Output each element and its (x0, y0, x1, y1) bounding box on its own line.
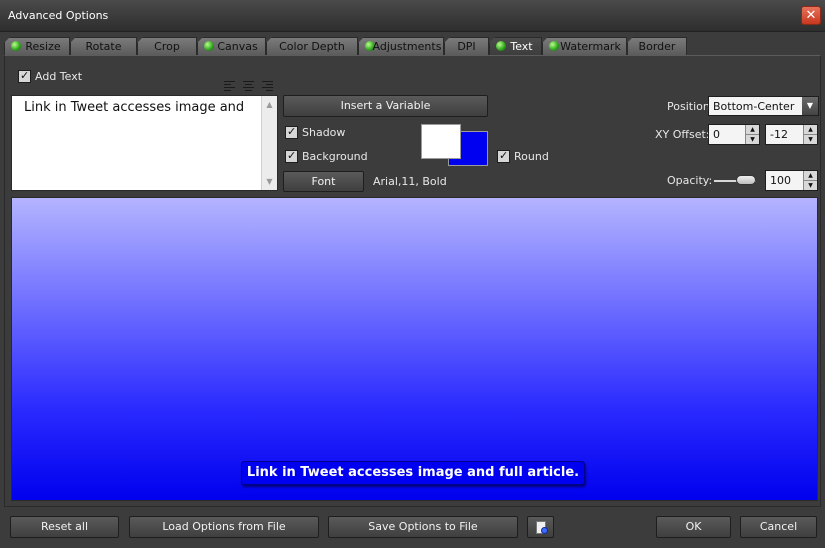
reset-all-button[interactable]: Reset all (10, 516, 119, 538)
tab-label: Canvas (217, 40, 258, 53)
opacity-label: Opacity: (667, 174, 713, 187)
opacity-slider-thumb[interactable] (736, 175, 756, 185)
settings-badge-icon (541, 527, 548, 534)
chevron-down-icon[interactable]: ▼ (802, 97, 818, 115)
position-value: Bottom-Center (713, 100, 795, 113)
tab-text[interactable]: Text (489, 37, 542, 56)
spin-up-icon[interactable]: ▲ (804, 125, 817, 134)
background-checkbox[interactable]: ✓ (285, 149, 298, 163)
spin-down-icon[interactable]: ▼ (804, 180, 817, 189)
tab-crop[interactable]: Crop (137, 37, 197, 55)
cancel-label: Cancel (759, 520, 798, 533)
cancel-button[interactable]: Cancel (740, 516, 817, 538)
tab-adjustments[interactable]: Adjustments (358, 37, 444, 55)
ok-button[interactable]: OK (656, 516, 731, 538)
title-bar: Advanced Options ✕ (0, 0, 825, 32)
opacity-value: 100 (770, 174, 791, 187)
y-offset-value: -12 (770, 128, 788, 141)
tab-label: Resize (25, 40, 61, 53)
checkmark-icon: ✓ (499, 149, 509, 162)
align-right-icon[interactable] (262, 81, 273, 92)
tab-canvas[interactable]: Canvas (197, 37, 266, 55)
shadow-checkbox[interactable]: ✓ (285, 125, 298, 139)
background-label: Background (302, 150, 368, 163)
close-icon: ✕ (805, 8, 817, 23)
opacity-spinner[interactable]: ▲ ▼ (803, 171, 817, 190)
load-options-button[interactable]: Load Options from File (129, 516, 319, 538)
spin-up-icon[interactable]: ▲ (746, 125, 759, 134)
spin-down-icon[interactable]: ▼ (746, 134, 759, 143)
tab-color-depth[interactable]: Color Depth (266, 37, 358, 55)
round-label: Round (514, 150, 549, 163)
save-options-label: Save Options to File (368, 520, 478, 533)
round-checkbox[interactable]: ✓ (497, 149, 510, 163)
scroll-down-icon[interactable]: ▼ (262, 174, 277, 189)
align-left-icon[interactable] (224, 81, 235, 92)
tab-label: Text (510, 40, 533, 53)
text-scrollbar[interactable]: ▲ ▼ (261, 96, 277, 190)
preview-text-overlay: Link in Tweet accesses image and full ar… (241, 461, 585, 485)
insert-variable-button[interactable]: Insert a Variable (283, 95, 488, 117)
shadow-label: Shadow (302, 126, 346, 139)
opacity-input[interactable]: 100 ▲ ▼ (765, 170, 818, 191)
window-title: Advanced Options (8, 9, 109, 22)
tab-label: Crop (154, 40, 180, 53)
y-offset-input[interactable]: -12 ▲ ▼ (765, 124, 818, 145)
position-dropdown[interactable]: Bottom-Center ▼ (708, 96, 819, 116)
tab-label: Border (638, 40, 676, 53)
add-text-label: Add Text (35, 70, 83, 83)
tab-dpi[interactable]: DPI (444, 37, 489, 55)
spin-down-icon[interactable]: ▼ (804, 134, 817, 143)
save-options-button[interactable]: Save Options to File (328, 516, 518, 538)
load-options-label: Load Options from File (162, 520, 286, 533)
insert-variable-label: Insert a Variable (340, 99, 431, 112)
x-offset-value: 0 (713, 128, 720, 141)
tab-label: Adjustments (372, 40, 442, 53)
preview-area: Link in Tweet accesses image and full ar… (11, 197, 818, 501)
x-offset-spinner[interactable]: ▲ ▼ (745, 125, 759, 144)
scroll-up-icon[interactable]: ▲ (262, 97, 277, 112)
tab-border[interactable]: Border (627, 37, 687, 55)
tab-strip: Resize Rotate Crop Canvas Color Depth Ad… (4, 37, 821, 56)
y-offset-spinner[interactable]: ▲ ▼ (803, 125, 817, 144)
text-input-area[interactable]: Link in Tweet accesses image and ▲ ▼ (11, 95, 278, 191)
align-center-icon[interactable] (243, 81, 254, 92)
tab-label: Watermark (560, 40, 621, 53)
ok-label: OK (685, 520, 702, 533)
position-label: Position: (667, 100, 714, 113)
tab-resize[interactable]: Resize (4, 37, 70, 55)
reset-all-label: Reset all (40, 520, 89, 533)
tab-watermark[interactable]: Watermark (542, 37, 627, 55)
x-offset-input[interactable]: 0 ▲ ▼ (708, 124, 760, 145)
font-button-label: Font (311, 175, 336, 188)
tab-label: Rotate (85, 40, 122, 53)
font-description: Arial,11, Bold (373, 175, 447, 188)
checkmark-icon: ✓ (287, 149, 297, 162)
xy-offset-label: XY Offset: (655, 128, 710, 141)
spin-up-icon[interactable]: ▲ (804, 171, 817, 180)
checkmark-icon: ✓ (287, 125, 297, 138)
font-button[interactable]: Font (283, 171, 364, 192)
tab-label: Color Depth (279, 40, 345, 53)
tab-rotate[interactable]: Rotate (70, 37, 137, 55)
close-button[interactable]: ✕ (801, 6, 821, 25)
text-input-value[interactable]: Link in Tweet accesses image and (24, 100, 244, 115)
options-file-button[interactable] (527, 516, 554, 538)
text-color-swatch[interactable] (421, 124, 461, 159)
checkmark-icon: ✓ (20, 69, 30, 82)
add-text-checkbox[interactable]: ✓ (18, 69, 31, 83)
tab-label: DPI (457, 40, 476, 53)
